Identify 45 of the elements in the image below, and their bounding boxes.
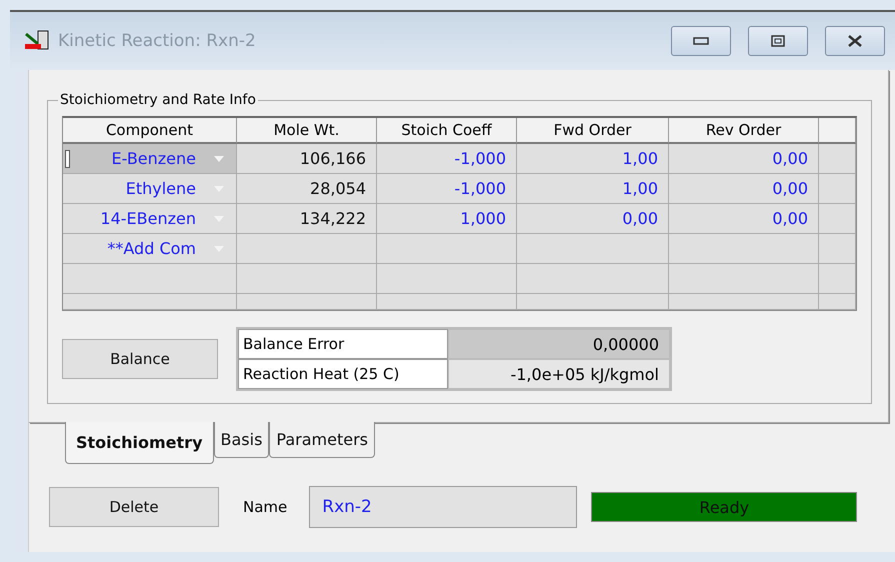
column-header[interactable]: Mole Wt. <box>237 118 377 144</box>
component-cell[interactable]: E-Benzene <box>63 144 237 174</box>
balance-button[interactable]: Balance <box>62 339 218 379</box>
column-header[interactable]: Stoich Coeff <box>377 118 517 144</box>
minimize-icon <box>693 37 709 45</box>
column-header[interactable]: Component <box>63 118 237 144</box>
table-cell: 1,000 <box>377 204 517 234</box>
table-cell: 0,00 <box>669 144 819 174</box>
table-cell: 1,00 <box>517 174 669 204</box>
app-icon <box>24 30 50 52</box>
table-cell: -1,000 <box>377 144 517 174</box>
table-cell: 134,222 <box>237 204 377 234</box>
result-label: Balance Error <box>238 329 448 359</box>
delete-button[interactable]: Delete <box>49 487 219 527</box>
close-button[interactable] <box>825 26 885 56</box>
table-cell: 1,00 <box>517 144 669 174</box>
component-cell[interactable]: **Add Com <box>63 234 237 264</box>
close-icon <box>847 35 863 47</box>
column-header[interactable]: Fwd Order <box>517 118 669 144</box>
caret-icon <box>214 156 224 162</box>
column-header <box>819 118 856 144</box>
column-header[interactable]: Rev Order <box>669 118 819 144</box>
status-bar: Ready <box>591 492 858 522</box>
table-cell: -1,000 <box>377 174 517 204</box>
group-title: Stoichiometry and Rate Info <box>59 92 257 108</box>
table-cell: 0,00 <box>669 204 819 234</box>
result-value: -1,0e+05 kJ/kgmol <box>448 359 670 389</box>
component-cell[interactable]: 14-EBenzen <box>63 204 237 234</box>
tab[interactable]: Stoichiometry <box>65 422 214 464</box>
table-cell: 28,054 <box>237 174 377 204</box>
tab[interactable]: Basis <box>214 422 270 458</box>
result-value: 0,00000 <box>448 329 670 359</box>
table-cell: 106,166 <box>237 144 377 174</box>
result-label: Reaction Heat (25 C) <box>238 359 448 389</box>
minimize-button[interactable] <box>671 26 731 56</box>
component-cell[interactable]: Ethylene <box>63 174 237 204</box>
table-cell: 0,00 <box>517 204 669 234</box>
window-title: Kinetic Reaction: Rxn-2 <box>58 31 257 51</box>
table-cell: 0,00 <box>669 174 819 204</box>
tab[interactable]: Parameters <box>269 422 375 458</box>
name-field[interactable]: Rxn-2 <box>309 486 578 528</box>
restore-button[interactable] <box>748 26 808 56</box>
restore-icon <box>771 35 785 47</box>
name-label: Name <box>243 498 288 516</box>
row-marker <box>65 150 70 168</box>
